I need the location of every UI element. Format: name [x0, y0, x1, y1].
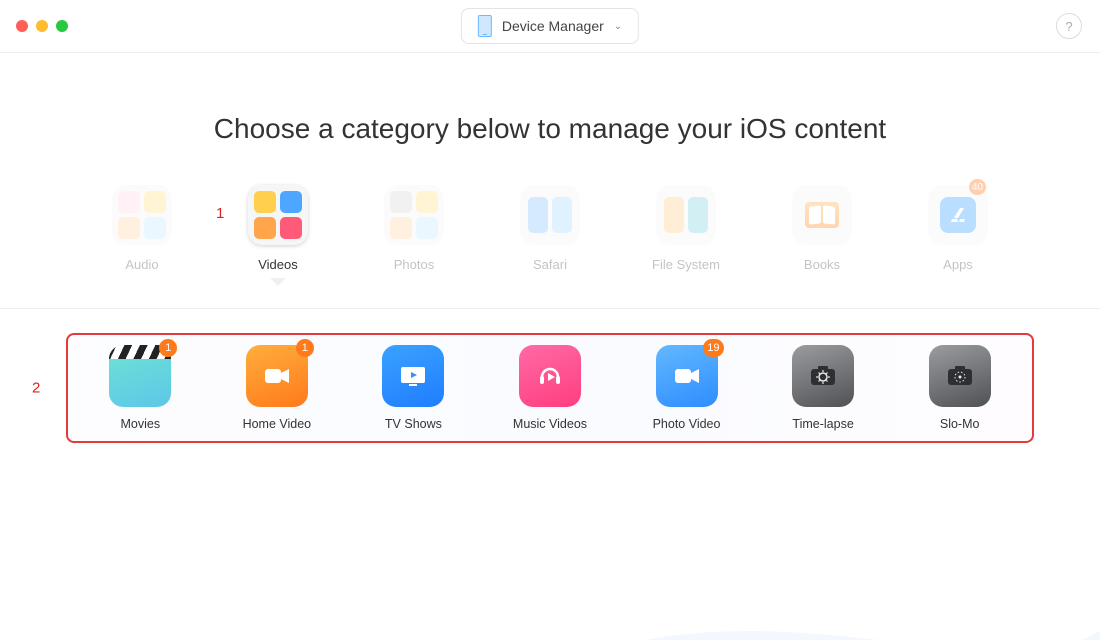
category-label: Audio: [125, 257, 158, 272]
tvshows-icon: [382, 345, 444, 407]
category-tile: [520, 185, 580, 245]
help-button[interactable]: ?: [1056, 13, 1082, 39]
subcategory-label: Time-lapse: [792, 417, 853, 431]
subcategory-movies[interactable]: 1 Movies: [95, 345, 185, 431]
category-books[interactable]: Books: [782, 185, 862, 286]
subcategory-timelapse[interactable]: Time-lapse: [778, 345, 868, 431]
movies-icon: 1: [109, 345, 171, 407]
device-manager-dropdown[interactable]: Device Manager ⌄: [461, 8, 639, 44]
category-label: File System: [652, 257, 720, 272]
category-tile: [248, 185, 308, 245]
category-photos[interactable]: Photos: [374, 185, 454, 286]
musicvideos-icon: [519, 345, 581, 407]
slomo-icon: [929, 345, 991, 407]
subcategory-label: Photo Video: [653, 417, 721, 431]
badge-count: 1: [159, 339, 177, 357]
help-icon: ?: [1065, 19, 1072, 34]
category-row: Audio1VideosPhotosSafariFile SystemBooks…: [0, 185, 1100, 286]
subcategory-photovideo[interactable]: 19 Photo Video: [642, 345, 732, 431]
photovideo-icon: 19: [656, 345, 718, 407]
minimize-window-button[interactable]: [36, 20, 48, 32]
titlebar: Device Manager ⌄ ?: [0, 0, 1100, 53]
subcategory-musicvideos[interactable]: Music Videos: [505, 345, 595, 431]
category-safari[interactable]: Safari: [510, 185, 590, 286]
badge-count: 40: [969, 179, 986, 195]
maximize-window-button[interactable]: [56, 20, 68, 32]
category-label: Safari: [533, 257, 567, 272]
divider: [0, 308, 1100, 309]
subcategory-label: Home Video: [243, 417, 312, 431]
window-controls: [16, 20, 68, 32]
category-tile: [384, 185, 444, 245]
badge-count: 1: [296, 339, 314, 357]
subcategory-row: 1 Movies 1 Home Video TV Shows Music Videos 19…: [72, 345, 1028, 431]
active-indicator-icon: [270, 278, 286, 286]
subcategory-panel: 2 1Movies1Home VideoTV ShowsMusic Videos…: [66, 333, 1034, 443]
category-label: Photos: [394, 257, 434, 272]
category-videos[interactable]: 1Videos: [238, 185, 318, 286]
homevideo-icon: 1: [246, 345, 308, 407]
main-content: Choose a category below to manage your i…: [0, 113, 1100, 640]
category-tile: [112, 185, 172, 245]
category-audio[interactable]: Audio: [102, 185, 182, 286]
category-tile: 40: [928, 185, 988, 245]
device-manager-label: Device Manager: [502, 18, 604, 34]
appstore-icon: [940, 197, 976, 233]
subcategory-label: Slo-Mo: [940, 417, 980, 431]
subcategory-tvshows[interactable]: TV Shows: [368, 345, 458, 431]
category-label: Videos: [258, 257, 298, 272]
book-icon: [805, 202, 839, 228]
category-apps[interactable]: 40 Apps: [918, 185, 998, 286]
category-filesystem[interactable]: File System: [646, 185, 726, 286]
subcategory-label: Movies: [120, 417, 160, 431]
subcategory-homevideo[interactable]: 1 Home Video: [232, 345, 322, 431]
close-window-button[interactable]: [16, 20, 28, 32]
category-tile: [656, 185, 716, 245]
annotation-step-2: 2: [32, 380, 40, 397]
timelapse-icon: [792, 345, 854, 407]
subcategory-label: TV Shows: [385, 417, 442, 431]
category-label: Books: [804, 257, 840, 272]
decorative-wave: [0, 581, 1100, 640]
phone-icon: [478, 15, 492, 37]
chevron-down-icon: ⌄: [614, 21, 622, 32]
badge-count: 19: [703, 339, 723, 357]
subcategory-slomo[interactable]: Slo-Mo: [915, 345, 1005, 431]
category-label: Apps: [943, 257, 973, 272]
subcategory-label: Music Videos: [513, 417, 587, 431]
category-tile: [792, 185, 852, 245]
annotation-step-1: 1: [216, 205, 224, 222]
page-heading: Choose a category below to manage your i…: [0, 113, 1100, 145]
